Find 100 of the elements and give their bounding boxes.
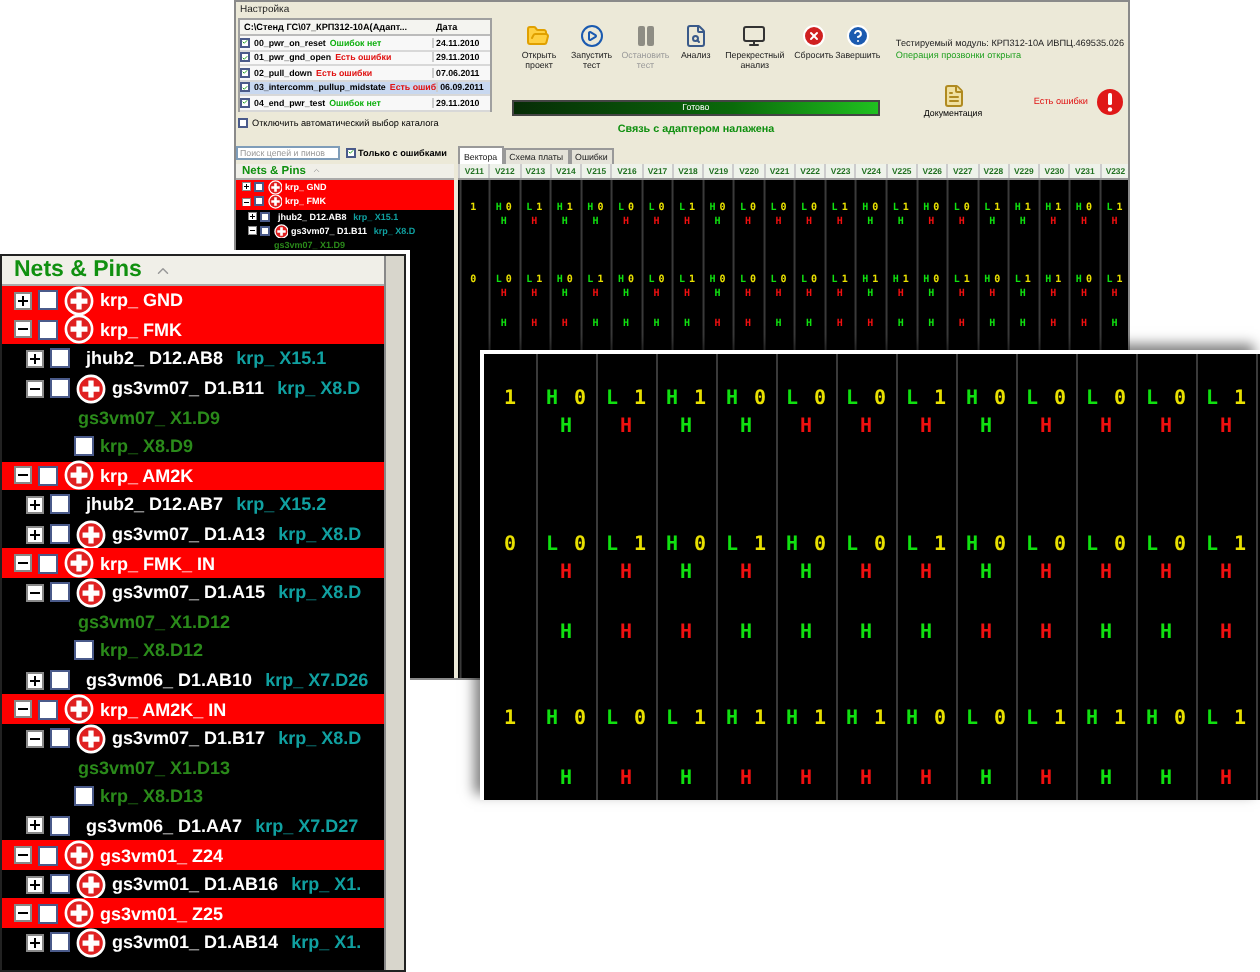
tree-row[interactable]: gs3vm07_ X1.D13 <box>2 753 384 783</box>
checkbox[interactable] <box>50 874 70 895</box>
tree-row[interactable]: gs3vm06_ D1.AA7 krp_ X7.D27 <box>2 811 384 841</box>
checkbox[interactable] <box>38 465 58 486</box>
checkbox[interactable] <box>38 290 58 311</box>
net-row[interactable]: gs3vm01_ Z25 <box>2 898 384 929</box>
tree-row[interactable]: gs3vm07_ D1.B11 krp_ X8.D <box>2 373 384 403</box>
signal-bit: 1 <box>634 533 647 556</box>
result-value: H <box>559 621 573 644</box>
collapse-icon[interactable] <box>14 466 32 485</box>
tree-row[interactable]: gs3vm07_ D1.A15 krp_ X8.D <box>2 577 384 608</box>
collapse-icon[interactable] <box>26 379 44 398</box>
result-value: H <box>1219 416 1233 439</box>
tree-row[interactable]: gs3vm01_ D1.AB14 krp_ X1. <box>2 928 384 958</box>
result-value: H <box>559 416 573 439</box>
collapse-icon[interactable] <box>14 904 32 923</box>
result-value: H <box>739 416 753 439</box>
result-value: H <box>1159 562 1173 585</box>
checkbox[interactable] <box>50 728 70 749</box>
signal-bit: 0 <box>1174 533 1187 556</box>
expand-icon[interactable] <box>26 875 44 894</box>
collapse-icon[interactable] <box>14 700 32 719</box>
checkbox[interactable] <box>240 52 250 63</box>
tree-row[interactable]: gs3vm06_ D1.AB10 krp_ X7.D26 <box>2 665 384 695</box>
signal-state: L <box>1205 533 1218 556</box>
tree-row[interactable]: jhub2_ D12.AB7 krp_ X15.2 <box>2 490 384 520</box>
expand-icon[interactable] <box>26 495 44 514</box>
signal-bit: 1 <box>694 708 707 731</box>
signal-bit: 1 <box>1234 708 1247 731</box>
checkbox[interactable] <box>50 348 70 369</box>
tree-row[interactable]: krp_ X8.D9 <box>2 431 384 462</box>
tree-row[interactable]: gs3vm07_ D1.B17 krp_ X8.D <box>2 723 384 753</box>
checkbox[interactable] <box>346 147 356 157</box>
checkbox[interactable] <box>238 118 248 128</box>
collapse-icon[interactable] <box>14 846 32 865</box>
expand-icon[interactable] <box>242 182 251 192</box>
result-value: H <box>1159 621 1173 644</box>
checkbox[interactable] <box>254 182 264 193</box>
collapse-icon[interactable] <box>26 729 44 748</box>
signal-bit: 0 <box>754 387 767 410</box>
collapse-icon[interactable] <box>26 583 44 602</box>
expand-icon[interactable] <box>248 211 257 221</box>
collapse-icon[interactable] <box>248 226 257 236</box>
collapse-icon[interactable] <box>14 320 32 339</box>
checkbox[interactable] <box>50 670 70 691</box>
checkbox[interactable] <box>74 640 94 661</box>
signal-bit: 0 <box>874 387 887 410</box>
signal-state: H <box>665 387 678 410</box>
checkbox[interactable] <box>240 67 250 78</box>
scrollbar[interactable] <box>384 256 404 970</box>
checkbox[interactable] <box>50 932 70 953</box>
checkbox[interactable] <box>74 436 94 457</box>
net-name: krp_ FMK <box>100 319 183 340</box>
checkbox[interactable] <box>38 553 58 574</box>
result-value: H <box>739 621 753 644</box>
tree-row[interactable]: jhub2_ D12.AB8 krp_ X15.1 <box>2 344 384 374</box>
checkbox[interactable] <box>260 211 270 222</box>
collapse-icon[interactable] <box>14 554 32 573</box>
checkbox[interactable] <box>38 319 58 340</box>
expand-icon[interactable] <box>26 525 44 544</box>
checkbox[interactable] <box>50 378 70 399</box>
checkbox[interactable] <box>38 699 58 720</box>
net-row[interactable]: krp_ FMK <box>2 315 384 345</box>
checkbox[interactable] <box>240 82 250 93</box>
checkbox[interactable] <box>50 524 70 545</box>
signal-bit: 1 <box>934 533 947 556</box>
net-row[interactable]: krp_ GND <box>2 286 384 316</box>
result-value: H <box>1159 416 1173 439</box>
tree-row[interactable]: gs3vm07_ D1.A13 krp_ X8.D <box>2 519 384 549</box>
checkbox[interactable] <box>50 582 70 603</box>
tree-row[interactable]: krp_ X8.D12 <box>2 636 384 666</box>
net-row[interactable]: krp_ AM2K_ IN <box>2 694 384 724</box>
checkbox[interactable] <box>38 845 58 866</box>
net-row[interactable]: krp_ FMK_ IN <box>2 548 384 578</box>
signal-state: H <box>1085 708 1098 731</box>
checkbox[interactable] <box>38 903 58 924</box>
signal-state: L <box>845 533 858 556</box>
net-row[interactable]: gs3vm01_ Z24 <box>2 840 384 870</box>
signal-bit: 0 <box>1054 533 1067 556</box>
net-row[interactable]: krp_ AM2K <box>2 461 384 491</box>
checkbox[interactable] <box>254 196 264 207</box>
pin-reference: krp_ X7.D26 <box>265 670 369 691</box>
vector-value: 1 <box>503 708 517 731</box>
checkbox[interactable] <box>240 37 250 48</box>
checkbox[interactable] <box>74 786 94 807</box>
expand-icon[interactable] <box>26 671 44 690</box>
signal-state: H <box>845 708 858 731</box>
expand-icon[interactable] <box>26 816 44 835</box>
checkbox[interactable] <box>50 494 70 515</box>
signal-state: L <box>905 387 918 410</box>
tree-row[interactable]: gs3vm07_ X1.D12 <box>2 607 384 637</box>
tree-row[interactable]: krp_ X8.D13 <box>2 782 384 812</box>
expand-icon[interactable] <box>26 349 44 368</box>
collapse-icon[interactable] <box>242 197 251 207</box>
checkbox[interactable] <box>260 226 270 237</box>
checkbox[interactable] <box>240 97 250 108</box>
expand-icon[interactable] <box>14 291 32 310</box>
checkbox[interactable] <box>50 815 70 836</box>
expand-icon[interactable] <box>26 933 44 952</box>
tree-row[interactable]: gs3vm07_ X1.D9 <box>2 402 384 432</box>
